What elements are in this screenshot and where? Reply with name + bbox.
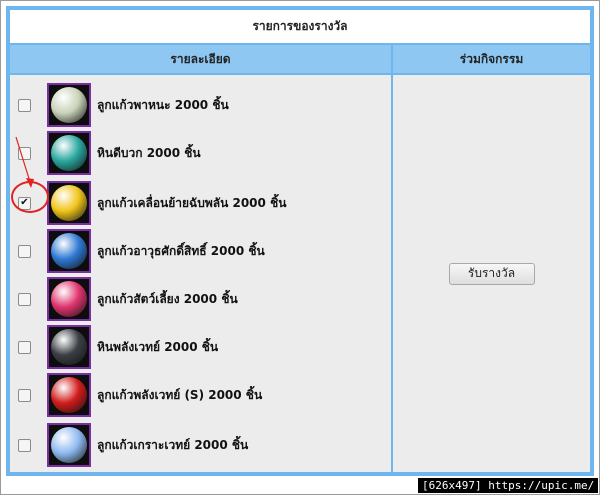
blue-orb-icon — [47, 229, 91, 273]
details-column-header: รายละเอียด — [10, 45, 391, 73]
red-circle-annotation — [11, 181, 49, 213]
reward-item: หินพลังเวทย์ 2000 ชิ้น — [10, 323, 391, 371]
reward-item-label: ลูกแก้วอาวุธศักดิ์สิทธิ์ 2000 ชิ้น — [97, 243, 265, 258]
table-header: รายละเอียด ร่วมกิจกรรม — [10, 45, 590, 73]
reward-item: ลูกแก้วสัตว์เลี้ยง 2000 ชิ้น — [10, 275, 391, 323]
reward-item-label: หินดีบวก 2000 ชิ้น — [97, 145, 201, 160]
dark-stone-icon — [47, 325, 91, 369]
reward-item: ✔ ลูกแก้วเคลื่อนย้ายฉับพลัน 2000 ชิ้น — [10, 179, 391, 227]
reward-item-checkbox[interactable] — [18, 292, 31, 306]
red-orb-icon — [47, 373, 91, 417]
panel-title: รายการของรางวัล — [10, 10, 590, 43]
reward-panel: รายการของรางวัล รายละเอียด ร่วมกิจกรรม ล… — [6, 6, 594, 476]
reward-item: หินดีบวก 2000 ชิ้น — [10, 129, 391, 177]
reward-list: ลูกแก้วพาหนะ 2000 ชิ้นหินดีบวก 2000 ชิ้น… — [10, 75, 391, 472]
reward-item-label: ลูกแก้วเคลื่อนย้ายฉับพลัน 2000 ชิ้น — [97, 195, 287, 210]
image-watermark: [626x497] https://upic.me/ — [418, 478, 599, 493]
activity-cell: รับรางวัล — [393, 75, 590, 472]
reward-item: ลูกแก้วพาหนะ 2000 ชิ้น — [10, 81, 391, 129]
reward-item-label: ลูกแก้วพาหนะ 2000 ชิ้น — [97, 97, 229, 112]
table-body: ลูกแก้วพาหนะ 2000 ชิ้นหินดีบวก 2000 ชิ้น… — [10, 75, 590, 472]
reward-item: ลูกแก้วอาวุธศักดิ์สิทธิ์ 2000 ชิ้น — [10, 227, 391, 275]
reward-item: ลูกแก้วพลังเวทย์ (S) 2000 ชิ้น — [10, 371, 391, 419]
reward-item: ลูกแก้วเกราะเวทย์ 2000 ชิ้น — [10, 421, 391, 469]
ice-orb-icon — [47, 423, 91, 467]
claim-reward-button[interactable]: รับรางวัล — [448, 262, 535, 285]
reward-item-label: ลูกแก้วเกราะเวทย์ 2000 ชิ้น — [97, 437, 249, 452]
reward-item-label: หินพลังเวทย์ 2000 ชิ้น — [97, 339, 219, 354]
screenshot-frame: รายการของรางวัล รายละเอียด ร่วมกิจกรรม ล… — [0, 0, 600, 495]
reward-item-label: ลูกแก้วสัตว์เลี้ยง 2000 ชิ้น — [97, 291, 238, 306]
red-arrow-annotation — [15, 136, 34, 188]
pink-gem-icon — [47, 277, 91, 321]
reward-item-checkbox[interactable] — [18, 340, 31, 354]
reward-item-checkbox[interactable] — [18, 244, 31, 258]
reward-item-label: ลูกแก้วพลังเวทย์ (S) 2000 ชิ้น — [97, 387, 263, 402]
activity-column-header: ร่วมกิจกรรม — [393, 45, 590, 73]
reward-item-checkbox[interactable] — [18, 438, 31, 452]
reward-item-checkbox[interactable] — [18, 388, 31, 402]
